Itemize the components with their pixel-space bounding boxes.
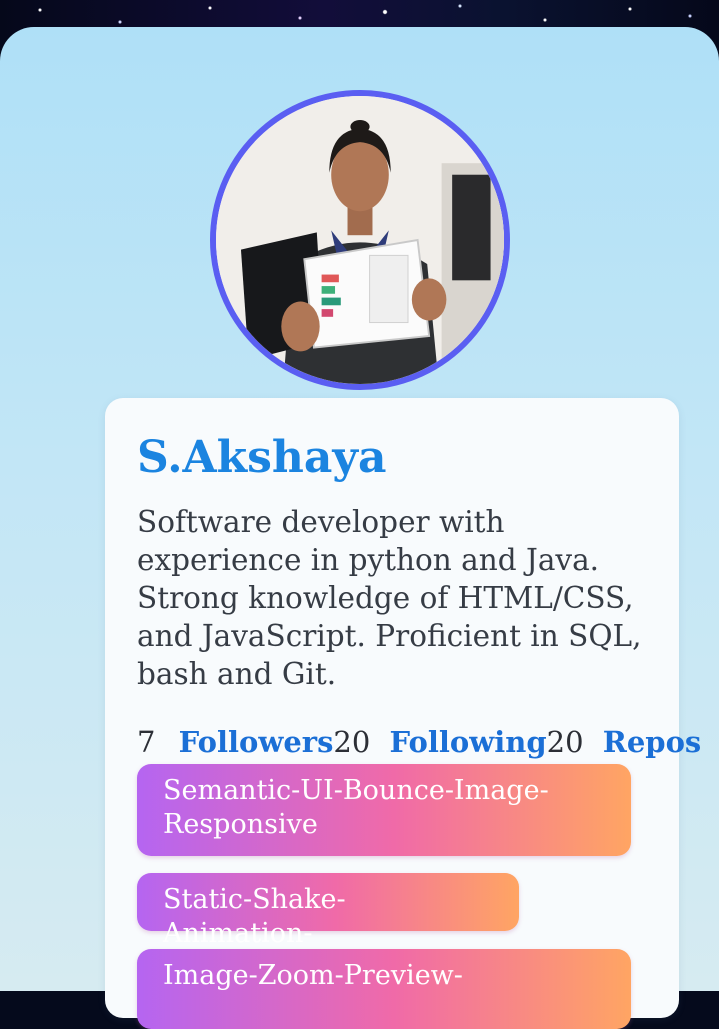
- avatar: [210, 90, 510, 390]
- profile-name: S.Akshaya: [137, 432, 387, 483]
- repo-chip[interactable]: Static-Shake-Animation-: [137, 873, 519, 949]
- repos-label: Repos: [602, 725, 702, 759]
- followers-label: Followers: [178, 725, 334, 759]
- repos-count: 20: [546, 725, 584, 759]
- avatar-photo: [216, 96, 504, 384]
- repo-chip[interactable]: Semantic-UI-Bounce-Image-Responsive: [137, 764, 631, 856]
- followers-count: 7: [137, 725, 156, 759]
- profile-stats: 7 Followers20 Following20 Repos: [137, 723, 701, 761]
- profile-bio: Software developer with experience in py…: [137, 505, 642, 691]
- profile-card: S.Akshaya Software developer with experi…: [105, 398, 701, 1029]
- following-count: 20: [333, 725, 371, 759]
- repo-chip[interactable]: Image-Zoom-Preview-: [137, 949, 631, 1029]
- following-label: Following: [389, 725, 547, 759]
